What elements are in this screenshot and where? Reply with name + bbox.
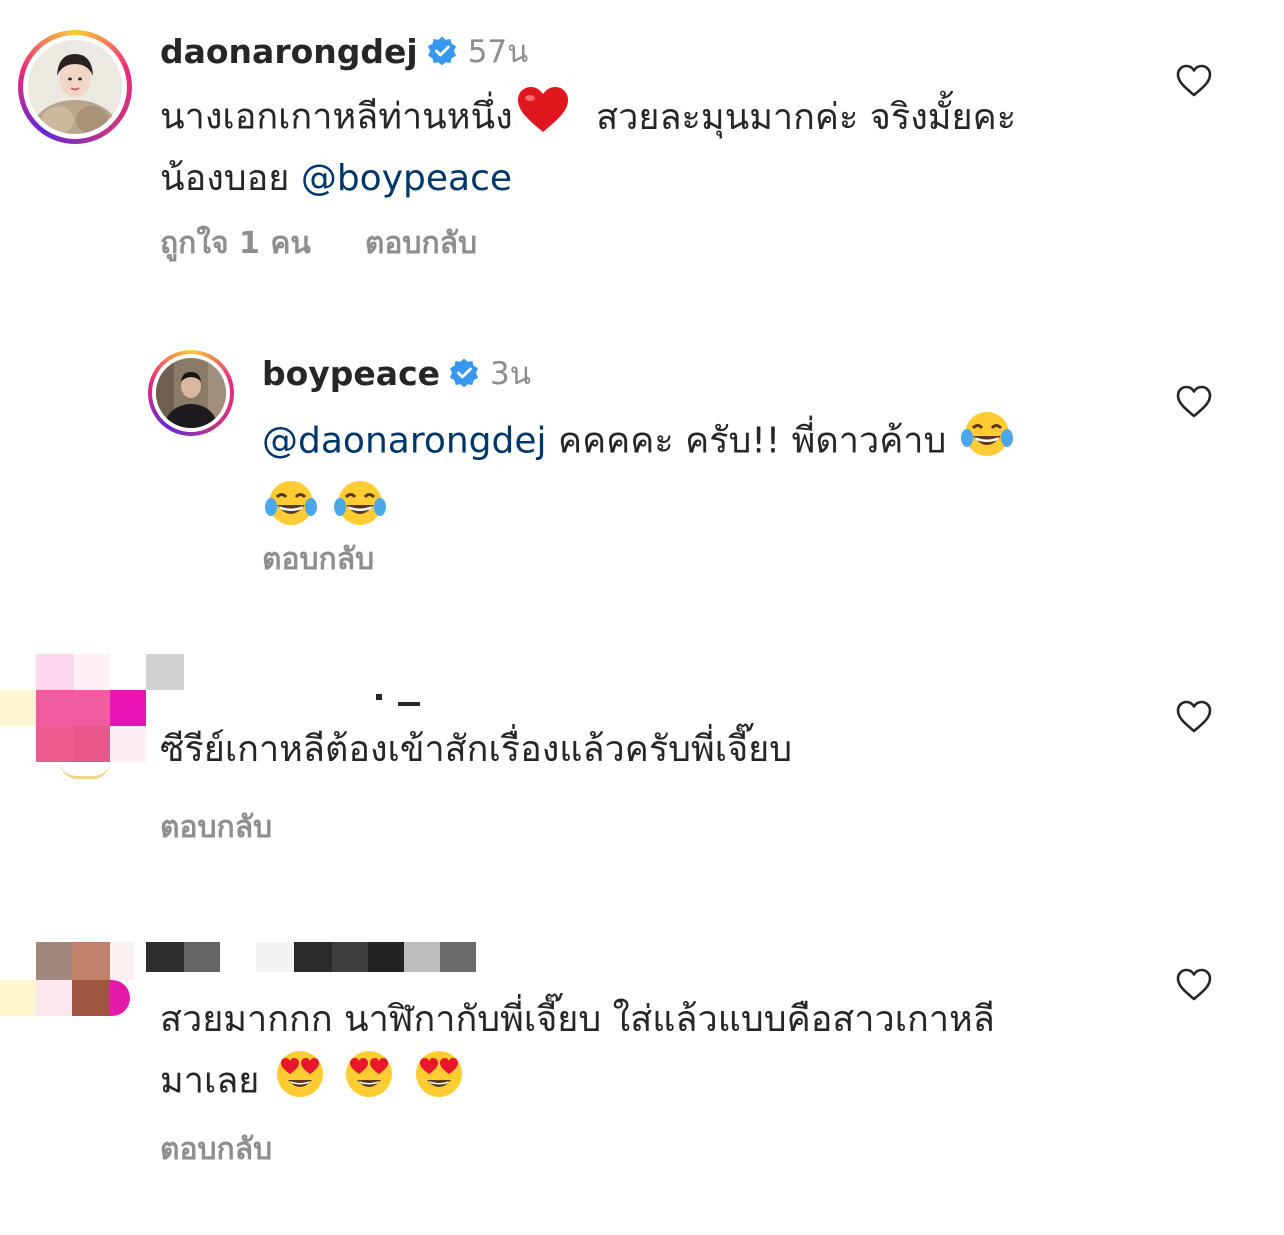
username[interactable]: boypeace xyxy=(262,354,440,393)
reply-button[interactable]: ตอบกลับ xyxy=(160,1126,272,1173)
comment-text: @daonarongdej คคคคะ ครับ!! พี่ดาวค้าบ xyxy=(262,408,1142,546)
reply-button[interactable]: ตอบกลับ xyxy=(160,804,272,851)
username[interactable]: daonarongdej xyxy=(160,32,418,71)
reply-button[interactable]: ตอบกลับ xyxy=(262,536,374,583)
tears-of-joy-emoji xyxy=(960,408,1013,477)
avatar[interactable] xyxy=(148,350,234,436)
red-heart-emoji xyxy=(516,86,570,151)
comment-text: ซีรีย์เกาหลีต้องเข้าสักเรื่องแล้วครับพี่… xyxy=(160,729,793,770)
reply-button[interactable]: ตอบกลับ xyxy=(365,220,477,267)
avatar-photo xyxy=(156,358,226,428)
heart-outline-icon[interactable] xyxy=(1176,385,1212,419)
timestamp: 3น xyxy=(490,356,531,392)
comment-text-part: นางเอกเกาหลีท่านหนึ่ง xyxy=(160,96,513,138)
mention-link[interactable]: @daonarongdej xyxy=(262,421,547,462)
avatar[interactable] xyxy=(18,30,132,144)
comment-text: นางเอกเกาหลีท่านหนึ่ง สวยละมุนมากค่ะ จริ… xyxy=(160,86,1160,207)
heart-eyes-emoji xyxy=(413,1048,465,1117)
comment-text-part: น้องบอย xyxy=(160,158,290,199)
comment-text-part: สวยมากกก นาฬิกากับพี่เจี๊ยบ ใส่แล้วแบบคื… xyxy=(160,999,995,1040)
verified-badge-icon xyxy=(450,358,479,388)
timestamp: 57น xyxy=(467,34,529,70)
comment-text-part: คคคคะ ครับ!! พี่ดาวค้าบ xyxy=(557,420,947,462)
heart-outline-icon[interactable] xyxy=(1176,64,1212,98)
verified-badge-icon xyxy=(427,36,456,66)
comment-text-part: มาเลย xyxy=(160,1060,260,1102)
avatar-photo xyxy=(28,40,122,134)
likes-count[interactable]: ถูกใจ 1 คน xyxy=(160,220,311,267)
heart-eyes-emoji xyxy=(343,1048,395,1117)
heart-outline-icon[interactable] xyxy=(1176,700,1212,734)
comment-text: สวยมากกก นาฬิกากับพี่เจี๊ยบ ใส่แล้วแบบคื… xyxy=(160,992,1160,1117)
heart-eyes-emoji xyxy=(274,1048,326,1117)
heart-outline-icon[interactable] xyxy=(1176,968,1212,1002)
mention-link[interactable]: @boypeace xyxy=(301,158,512,199)
comment-text-part: สวยละมุนมากค่ะ จริงมั้ยคะ xyxy=(596,96,1017,138)
